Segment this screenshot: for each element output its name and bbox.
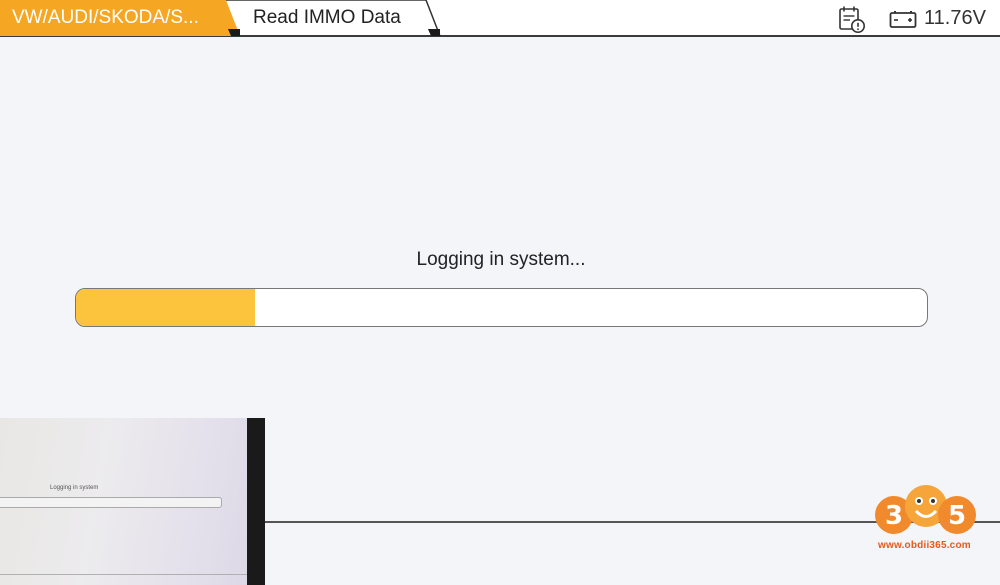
diagnostic-screen: VW/AUDI/SKODA/S... Read IMMO Data 11.76V… bbox=[0, 0, 1000, 585]
watermark-365-icon: 3 5 bbox=[875, 485, 976, 534]
svg-text:5: 5 bbox=[948, 501, 966, 531]
top-bar: VW/AUDI/SKODA/S... Read IMMO Data 11.76V bbox=[0, 0, 1000, 37]
breadcrumb-vehicle-label: VW/AUDI/SKODA/S... bbox=[12, 7, 199, 28]
battery-voltage: 11.76V bbox=[924, 7, 986, 29]
progress-bar bbox=[75, 288, 928, 327]
breadcrumb-vehicle[interactable]: VW/AUDI/SKODA/S... bbox=[0, 0, 240, 36]
calendar-alert-icon[interactable] bbox=[838, 5, 866, 33]
svg-text:3: 3 bbox=[885, 501, 903, 531]
watermark-url: www.obdii365.com bbox=[878, 540, 971, 551]
battery-icon bbox=[889, 9, 917, 29]
pip-divider bbox=[0, 574, 247, 575]
status-text: Logging in system... bbox=[416, 249, 586, 270]
pip-status-text: Logging in system bbox=[50, 485, 99, 491]
pip-progress-bar bbox=[0, 497, 222, 508]
breadcrumb-current-label: Read IMMO Data bbox=[253, 7, 401, 28]
pip-video-inset: Logging in system bbox=[0, 418, 265, 585]
pip-screen: Logging in system bbox=[0, 418, 247, 585]
progress-fill bbox=[76, 289, 255, 326]
breadcrumb-current[interactable]: Read IMMO Data bbox=[226, 0, 442, 36]
